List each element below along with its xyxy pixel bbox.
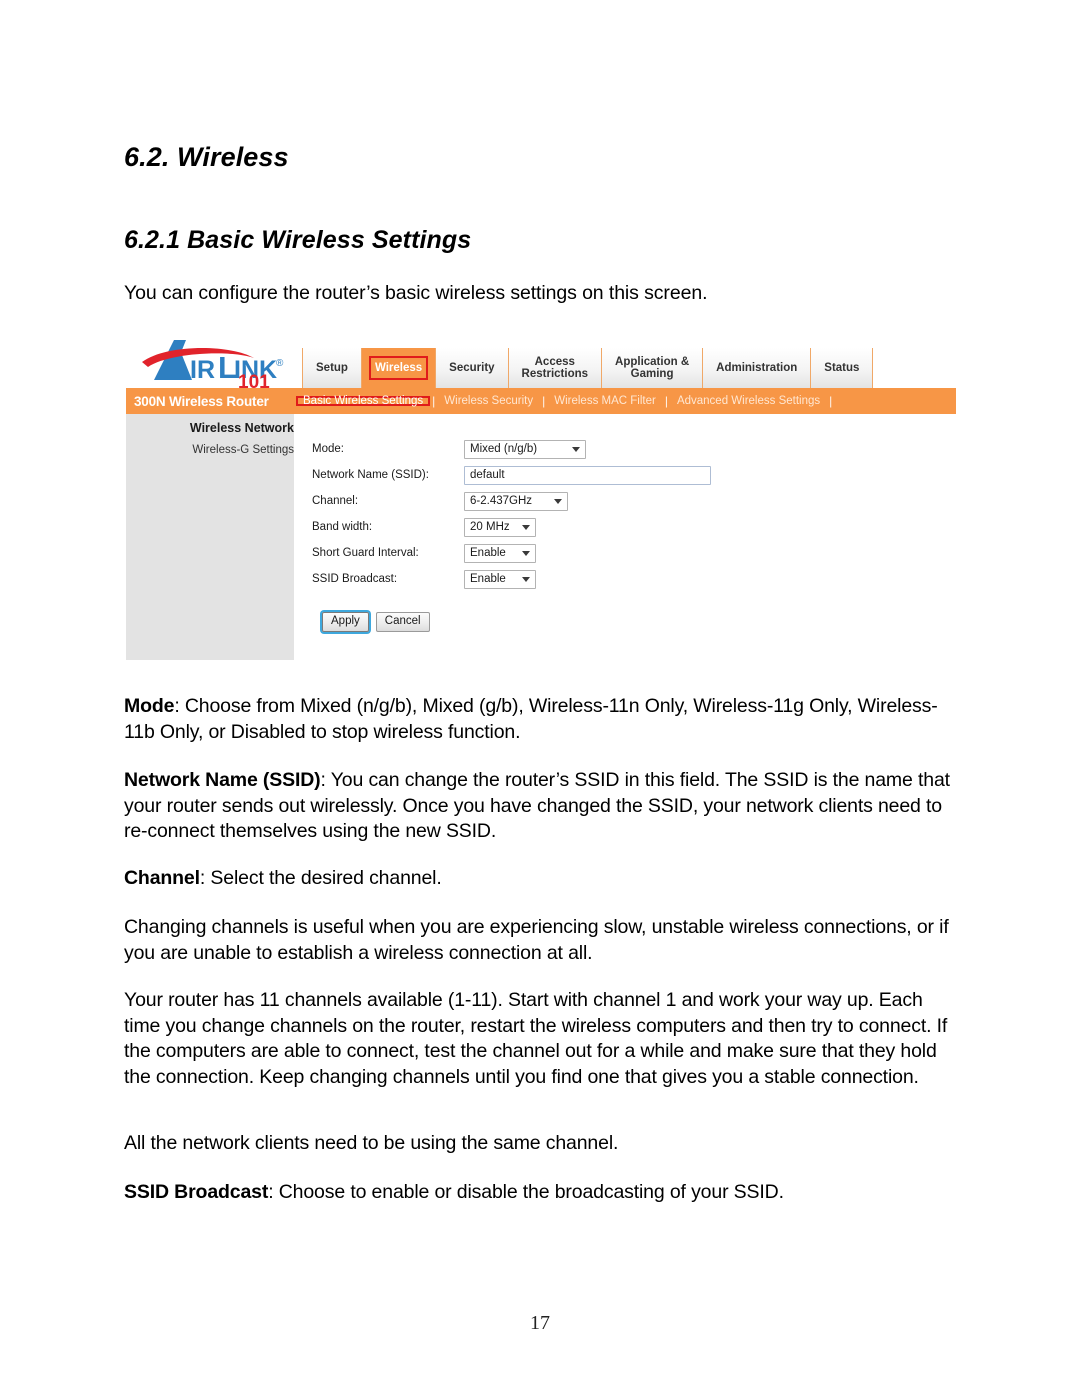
paragraph-mode: Mode: Choose from Mixed (n/g/b), Mixed (… <box>124 694 952 745</box>
label-network-name-ssid: Network Name (SSID): <box>312 469 429 481</box>
sidebar-title: Wireless Network <box>189 421 294 435</box>
wireless-settings-form: Mode: Mixed (n/g/b) Network Name (SSID):… <box>312 436 912 592</box>
sub-nav-advanced-wireless-settings[interactable]: Advanced Wireless Settings <box>668 395 829 407</box>
nav-tab-wireless[interactable]: Wireless <box>361 348 437 388</box>
term-ssid-broadcast: SSID Broadcast <box>124 1181 269 1203</box>
cancel-button[interactable]: Cancel <box>375 612 430 632</box>
subsection-heading-basic-wireless-settings: 6.2.1 Basic Wireless Settings <box>124 226 472 254</box>
channel-select[interactable]: 6-2.437GHz <box>464 491 568 511</box>
text-ssid-broadcast: : Choose to enable or disable the broadc… <box>268 1181 784 1203</box>
label-channel: Channel: <box>312 495 359 507</box>
text-mode: : Choose from Mixed (n/g/b), Mixed (g/b)… <box>124 695 938 743</box>
svg-text:®: ® <box>276 358 284 369</box>
form-button-row: Apply Cancel <box>322 612 430 632</box>
section-heading-wireless: 6.2. Wireless <box>124 142 289 172</box>
chevron-down-icon <box>522 550 530 556</box>
main-navigation-tabs[interactable]: Setup Wireless Security Access Restricti… <box>302 348 874 388</box>
nav-tab-access-restrictions[interactable]: Access Restrictions <box>508 348 603 388</box>
ssid-broadcast-select[interactable]: Enable <box>464 569 536 589</box>
form-row-band-width: Band width: 20 MHz <box>312 514 912 540</box>
term-mode: Mode <box>124 695 175 717</box>
label-band-width: Band width: <box>312 521 373 533</box>
sub-nav-wireless-security[interactable]: Wireless Security <box>435 395 542 407</box>
svg-text:IR: IR <box>190 356 215 384</box>
nav-tab-security[interactable]: Security <box>436 348 509 388</box>
product-name-label: 300N Wireless Router <box>134 393 269 409</box>
control-ssid-broadcast: Enable <box>464 569 536 589</box>
form-row-network-name: Network Name (SSID): default <box>312 462 912 488</box>
control-network-name: default <box>464 465 711 485</box>
nav-tab-administration[interactable]: Administration <box>703 348 812 388</box>
paragraph-eleven-channels: Your router has 11 channels available (1… <box>124 989 948 1088</box>
page-number: 17 <box>530 1312 550 1334</box>
router-ui-header: IR L INK ® 101 Setup Wireless Security A… <box>126 332 956 388</box>
control-short-guard-interval: Enable <box>464 543 536 563</box>
paragraph-network-name: Network Name (SSID): You can change the … <box>124 768 952 845</box>
band-width-select[interactable]: 20 MHz <box>464 517 536 537</box>
sub-nav-wireless-mac-filter[interactable]: Wireless MAC Filter <box>545 395 665 407</box>
label-short-guard-interval: Short Guard Interval: <box>312 547 419 559</box>
form-row-channel: Channel: 6-2.437GHz <box>312 488 912 514</box>
paragraph-channel: Channel: Select the desired channel. <box>124 866 952 892</box>
short-guard-interval-select[interactable]: Enable <box>464 543 536 563</box>
chevron-down-icon <box>572 446 580 452</box>
product-sub-navigation-bar: 300N Wireless Router Basic Wireless Sett… <box>126 388 956 414</box>
term-network-name: Network Name (SSID) <box>124 769 321 791</box>
intro-paragraph: You can configure the router’s basic wir… <box>124 282 708 304</box>
nav-tab-setup[interactable]: Setup <box>302 348 362 388</box>
form-row-short-guard-interval: Short Guard Interval: Enable <box>312 540 912 566</box>
chevron-down-icon <box>522 576 530 582</box>
label-ssid-broadcast: SSID Broadcast: <box>312 573 398 585</box>
control-channel: 6-2.437GHz <box>464 491 568 511</box>
term-channel: Channel <box>124 867 200 889</box>
manual-page: 6.2. Wireless 6.2.1 Basic Wireless Setti… <box>0 0 1080 1397</box>
sub-nav-separator-4: | <box>829 394 833 408</box>
sub-nav-basic-wireless-settings[interactable]: Basic Wireless Settings <box>294 395 432 407</box>
chevron-down-icon <box>522 524 530 530</box>
router-admin-screenshot: IR L INK ® 101 Setup Wireless Security A… <box>126 332 956 670</box>
control-mode: Mixed (n/g/b) <box>464 439 586 459</box>
label-mode: Mode: <box>312 443 344 455</box>
nav-tab-application-gaming[interactable]: Application & Gaming <box>602 348 704 388</box>
router-ui-body: Wireless Network Wireless-G Settings Mod… <box>126 414 956 670</box>
router-sidebar: Wireless Network Wireless-G Settings <box>126 414 294 660</box>
text-channel: : Select the desired channel. <box>199 867 442 889</box>
ssid-input[interactable]: default <box>464 465 711 485</box>
mode-select[interactable]: Mixed (n/g/b) <box>464 439 586 459</box>
form-row-mode: Mode: Mixed (n/g/b) <box>312 436 912 462</box>
sub-navigation-links[interactable]: Basic Wireless Settings | Wireless Secur… <box>294 388 832 414</box>
airlink-logo-icon: IR L INK ® 101 <box>142 340 284 388</box>
airlink-logo: IR L INK ® 101 <box>134 334 302 388</box>
paragraph-all-clients: All the network clients need to be using… <box>124 1132 619 1154</box>
form-row-ssid-broadcast: SSID Broadcast: Enable <box>312 566 912 592</box>
chevron-down-icon <box>554 498 562 504</box>
control-band-width: 20 MHz <box>464 517 536 537</box>
nav-tab-status[interactable]: Status <box>811 348 874 388</box>
sidebar-item-wireless-g-settings[interactable]: Wireless-G Settings <box>126 444 294 456</box>
paragraph-changing-channels: Changing channels is useful when you are… <box>124 916 949 964</box>
apply-button[interactable]: Apply <box>322 612 369 632</box>
paragraph-ssid-broadcast: SSID Broadcast: Choose to enable or disa… <box>124 1180 952 1206</box>
svg-text:101: 101 <box>238 372 270 388</box>
